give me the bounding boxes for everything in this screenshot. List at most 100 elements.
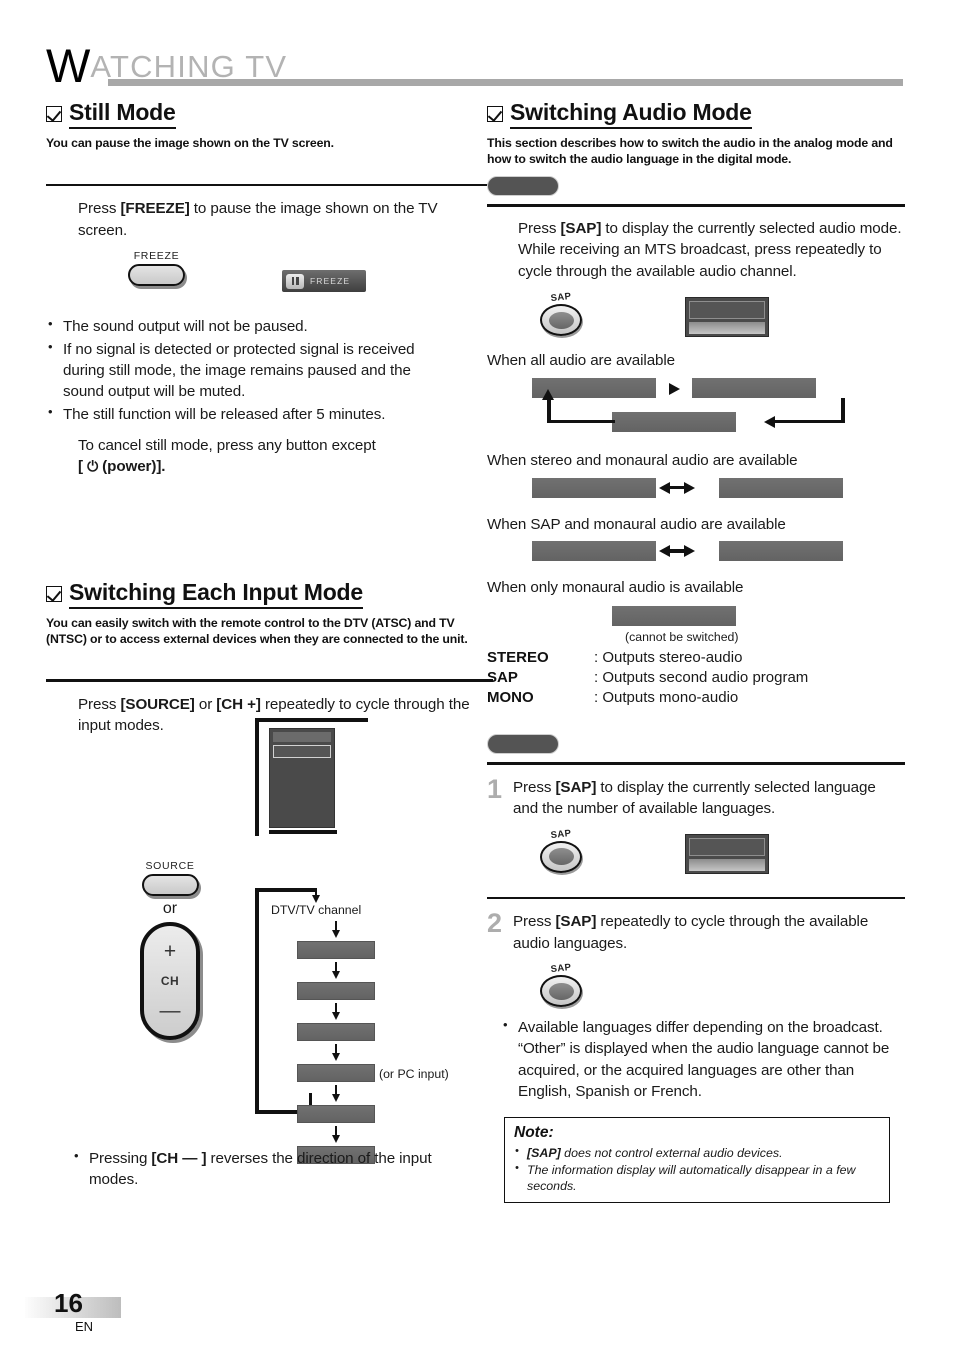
sap-key: [SAP] xyxy=(560,219,602,237)
list-item: The sound output will not be paused. xyxy=(46,315,436,337)
sap-button-shape xyxy=(540,304,582,337)
flow-box-chain: (or PC input) xyxy=(276,921,449,1164)
list-item: If no signal is detected or protected si… xyxy=(46,338,436,403)
freeze-osd-banner: FREEZE xyxy=(282,270,366,293)
definition-row: MONO : Outputs mono-audio xyxy=(487,688,905,708)
analog-instruction: Press [SAP] to display the currently sel… xyxy=(518,218,903,283)
step-text: Press [SAP] repeatedly to cycle through … xyxy=(513,911,899,954)
step-1: 1 Press [SAP] to display the currently s… xyxy=(487,773,905,820)
arrow-left-icon xyxy=(764,415,775,428)
caption-sap-mono: When SAP and monaural audio are availabl… xyxy=(487,515,786,533)
left-column: Still Mode You can pause the image shown… xyxy=(46,99,493,737)
definition-row: SAP : Outputs second audio program xyxy=(487,668,905,688)
cycle-box xyxy=(612,411,736,432)
ch-plus-key: [CH +] xyxy=(216,695,261,713)
section-still-mode: Still Mode You can pause the image shown… xyxy=(46,99,493,478)
still-mode-subheading: You can pause the image shown on the TV … xyxy=(46,135,334,150)
bullet-pre: Pressing xyxy=(89,1150,152,1167)
freeze-key: [FREEZE] xyxy=(120,200,190,218)
note-item: The information display will automatical… xyxy=(514,1161,880,1195)
step-pre: Press xyxy=(513,778,556,796)
sap-button-shape xyxy=(540,975,582,1008)
instruction-pre: Press xyxy=(78,200,121,218)
audio-mode-heading-row: Switching Audio Mode xyxy=(487,99,905,129)
osd-text-field xyxy=(689,301,765,320)
still-mode-divider xyxy=(46,184,493,187)
arrow-double-icon xyxy=(659,545,695,558)
source-list-osd xyxy=(269,728,335,828)
step-2: 2 Press [SAP] repeatedly to cycle throug… xyxy=(487,910,905,954)
input-mode-subheading: You can easily switch with the remote co… xyxy=(46,615,468,647)
list-item: The still function will be released afte… xyxy=(46,403,436,425)
page-header: WATCHING TV xyxy=(46,38,904,92)
sap-illustration-2: SAP xyxy=(487,827,905,887)
cannot-switch-note: (cannot be switched) xyxy=(625,629,739,644)
flow-first-label: DTV/TV channel xyxy=(271,903,362,917)
instruction-pre: Press xyxy=(518,219,561,237)
note-title: Note: xyxy=(514,1124,554,1142)
source-button-label: SOURCE xyxy=(145,860,195,872)
definition-row: STEREO : Outputs stereo-audio xyxy=(487,648,905,668)
still-mode-cancel-note: To cancel still mode, press any button e… xyxy=(78,435,468,478)
source-list-highlight xyxy=(273,745,331,758)
ch-label: CH xyxy=(160,974,180,988)
flow-item-box xyxy=(297,1023,375,1041)
cycle-diagram-mono-only: (cannot be switched) xyxy=(487,605,905,646)
audio-osd-banner xyxy=(685,297,769,338)
arrow-up-icon xyxy=(542,388,554,400)
definition-term: STEREO xyxy=(487,648,549,666)
still-mode-title: Still Mode xyxy=(69,99,176,129)
ch-minus-label: — xyxy=(159,999,181,1022)
caption-stereo-mono: When stereo and monaural audio are avail… xyxy=(487,451,798,469)
definition-term: SAP xyxy=(487,668,518,686)
or-label: or xyxy=(162,900,178,917)
cycle-box xyxy=(692,377,816,398)
cycle-diagram-sap-mono xyxy=(487,541,905,571)
arrow-double-icon xyxy=(659,481,695,494)
language-osd-banner xyxy=(685,833,769,874)
source-button[interactable] xyxy=(141,874,199,896)
right-column: Switching Audio Mode This section descri… xyxy=(487,99,905,1204)
definition-desc: : Outputs mono-audio xyxy=(594,688,739,706)
header-rule xyxy=(108,79,903,86)
freeze-button-label: FREEZE xyxy=(133,250,180,263)
flow-item-box xyxy=(297,941,375,959)
step-divider xyxy=(487,896,905,900)
step-pre: Press xyxy=(513,913,556,931)
sap-button-label: SAP xyxy=(550,827,572,841)
still-mode-instruction: Press [FREEZE] to pause the image shown … xyxy=(78,198,470,241)
sap-button-label: SAP xyxy=(550,291,572,305)
audio-mode-divider xyxy=(487,204,905,207)
freeze-osd-label: FREEZE xyxy=(310,276,351,287)
language-bullets: Available languages differ depending on … xyxy=(501,1016,891,1102)
freeze-button-shape xyxy=(128,264,185,287)
sap-button-shape xyxy=(540,840,582,873)
sap-key: [SAP] xyxy=(527,1146,561,1161)
flow-item-box xyxy=(297,1105,375,1123)
list-item: Pressing [CH — ] reverses the direction … xyxy=(72,1147,472,1191)
page-number: 16 xyxy=(54,1288,83,1318)
page-title-dropcap: W xyxy=(46,39,91,92)
step-number: 1 xyxy=(487,773,503,804)
sap-illustration-3: SAP xyxy=(487,962,905,1015)
freeze-remote-button[interactable]: FREEZE xyxy=(128,250,185,287)
checkbox-icon xyxy=(487,106,503,122)
checkbox-icon xyxy=(46,106,62,122)
ch-rocker-button[interactable]: + CH — xyxy=(140,922,200,1040)
definition-desc: : Outputs second audio program xyxy=(594,668,809,686)
note-list: [SAP] does not control external audio de… xyxy=(514,1144,880,1195)
pause-icon xyxy=(286,273,304,289)
ch-minus-key: [CH — ] xyxy=(151,1150,207,1167)
sap-remote-button[interactable]: SAP xyxy=(540,962,582,1008)
cycle-box xyxy=(532,477,656,498)
input-mode-bullets: Pressing [CH — ] reverses the direction … xyxy=(72,1147,472,1192)
input-mode-flow-diagram: DTV/TV channel (or PC input) xyxy=(255,718,505,1164)
sap-key: [SAP] xyxy=(555,778,597,796)
sap-remote-button[interactable]: SAP xyxy=(540,827,582,873)
definition-term: MONO xyxy=(487,688,534,706)
digital-section-divider xyxy=(487,762,905,765)
sap-remote-button[interactable]: SAP xyxy=(540,291,582,337)
step-text: Press [SAP] to display the currently sel… xyxy=(513,777,899,820)
cycle-box xyxy=(532,541,656,562)
list-item: Available languages differ depending on … xyxy=(501,1016,891,1102)
